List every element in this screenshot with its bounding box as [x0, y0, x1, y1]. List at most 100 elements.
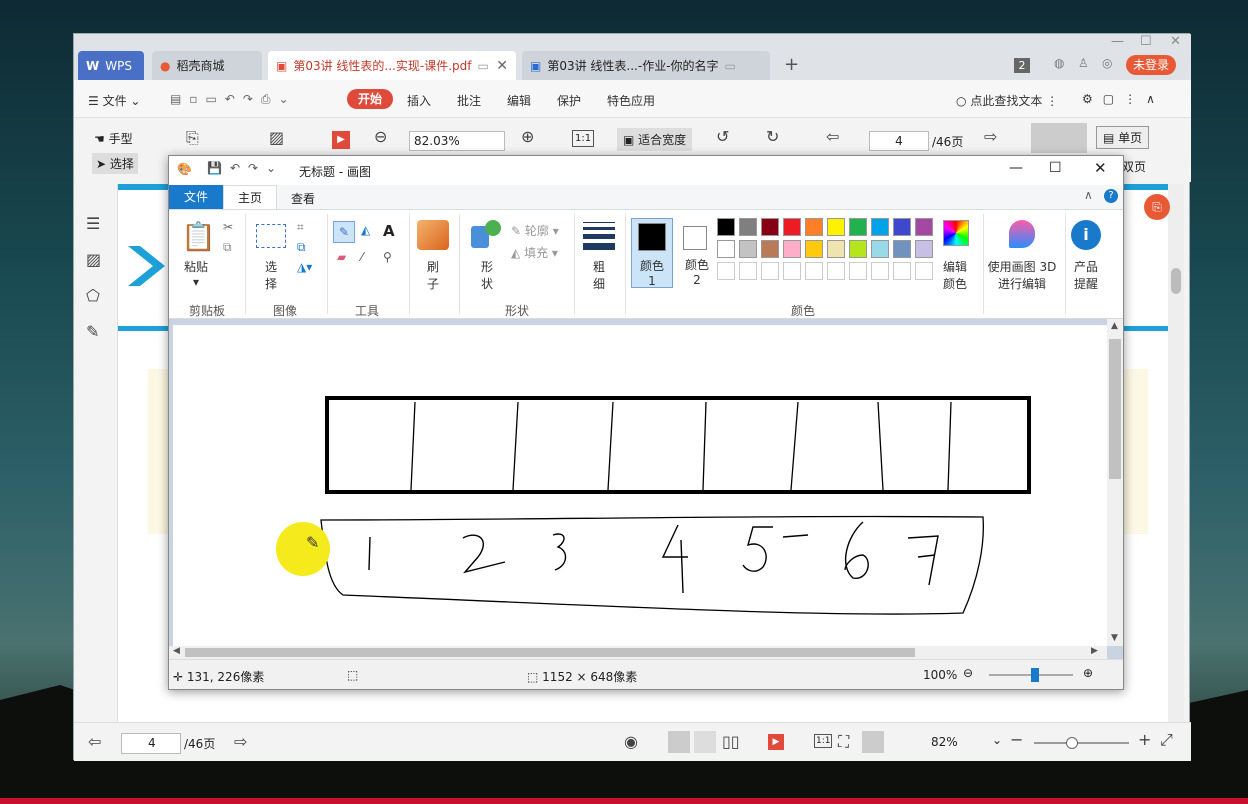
scroll-down-icon[interactable]: ▼: [1111, 633, 1118, 643]
tab-pdf-courseware[interactable]: ▣ 第03讲 线性表的...实现-课件.pdf ▭ ✕: [268, 51, 516, 80]
product-alert-button[interactable]: 产品提醒: [1072, 258, 1100, 292]
paint-zoom-slider[interactable]: [989, 668, 1073, 682]
continuous-mode-icon[interactable]: [668, 731, 690, 753]
skin-icon[interactable]: ◍: [1054, 56, 1064, 70]
doc-vscroll[interactable]: [1168, 184, 1184, 722]
canvas-vscroll-thumb[interactable]: [1109, 339, 1121, 479]
palette-swatch[interactable]: [893, 240, 911, 258]
size-button[interactable]: 粗细: [589, 258, 609, 292]
palette-swatch[interactable]: [761, 262, 779, 280]
paint-maximize-icon[interactable]: ☐: [1049, 160, 1062, 176]
edit-colors-button[interactable]: 编辑颜色: [941, 258, 969, 292]
magnifier-icon[interactable]: ⚲: [383, 250, 392, 264]
palette-swatch[interactable]: [893, 218, 911, 236]
palette-swatch[interactable]: [783, 262, 801, 280]
settings-icons[interactable]: ⚙▢⋮∧: [1082, 92, 1165, 106]
scroll-left-icon[interactable]: ◀: [173, 646, 180, 656]
menu-special[interactable]: 特色应用: [607, 92, 655, 109]
palette-swatch[interactable]: [739, 240, 757, 258]
menu-start[interactable]: 开始: [347, 89, 393, 109]
palette-swatch[interactable]: [717, 240, 735, 258]
signature-icon[interactable]: ✎: [86, 322, 99, 341]
palette-swatch[interactable]: [783, 240, 801, 258]
tab-wps-home[interactable]: W WPS: [78, 51, 144, 80]
color1-button[interactable]: 颜色 1: [631, 218, 673, 288]
palette-swatch[interactable]: [717, 262, 735, 280]
menu-protect[interactable]: 保护: [557, 92, 581, 109]
status-next-page-icon[interactable]: ⇨: [234, 732, 247, 751]
color-picker-icon[interactable]: ⁄: [361, 250, 363, 264]
eraser-icon[interactable]: ▰: [337, 250, 346, 264]
fit-width-icon[interactable]: [862, 731, 884, 753]
cut-icon[interactable]: ✂: [223, 220, 233, 234]
info-icon[interactable]: i: [1071, 220, 1101, 250]
prev-page-icon[interactable]: ⇦: [826, 127, 839, 146]
tab-homework-doc[interactable]: ▣ 第03讲 线性表...-作业-你的名字 ▭: [522, 51, 770, 80]
palette-swatch[interactable]: [849, 262, 867, 280]
minimize-icon[interactable]: —: [1111, 34, 1124, 49]
paint-tab-file[interactable]: 文件: [169, 185, 223, 209]
palette-swatch[interactable]: [805, 262, 823, 280]
fullscreen-icon[interactable]: ⤢: [1160, 730, 1173, 750]
maximize-icon[interactable]: ☐: [1140, 34, 1152, 49]
paint-close-icon[interactable]: ✕: [1094, 159, 1107, 177]
select-icon[interactable]: [256, 224, 286, 248]
tab-docer-store[interactable]: ● 稻壳商城: [152, 51, 262, 80]
file-menu[interactable]: ☰ 文件 ⌄: [88, 92, 140, 109]
zoom-in-icon[interactable]: ⊕: [521, 127, 534, 146]
paint3d-button[interactable]: 使用画图 3D 进行编辑: [987, 258, 1057, 292]
palette-swatch[interactable]: [849, 240, 867, 258]
palette-swatch[interactable]: [849, 218, 867, 236]
brush-button[interactable]: 刷子: [423, 258, 443, 292]
search-text[interactable]: ○ 点此查找文本 ⋮: [956, 92, 1058, 109]
zoom-input[interactable]: 82.03%: [409, 131, 505, 151]
status-page-input[interactable]: 4: [121, 733, 181, 754]
tag-icon[interactable]: ⬠: [86, 286, 100, 305]
single-page-button[interactable]: ▤ 单页: [1096, 126, 1150, 149]
palette-swatch[interactable]: [783, 218, 801, 236]
ribbon-collapse-icon[interactable]: ∧: [1084, 188, 1093, 202]
status-zoom-dropdown-icon[interactable]: ⌄: [992, 733, 1002, 747]
outline-icon[interactable]: ☰: [86, 214, 100, 233]
palette-swatch[interactable]: [915, 240, 933, 258]
palette-swatch[interactable]: [761, 240, 779, 258]
palette-swatch[interactable]: [915, 218, 933, 236]
float-assistant-icon[interactable]: ⎘: [1144, 194, 1170, 220]
pdf-to-word-icon[interactable]: ⎘: [186, 128, 199, 148]
login-button[interactable]: 未登录: [1126, 55, 1176, 75]
paint-tab-view[interactable]: 查看: [291, 190, 315, 207]
select-button[interactable]: 选择: [261, 258, 281, 292]
double-mode-icon[interactable]: ▯▯: [722, 732, 740, 751]
palette-swatch[interactable]: [827, 262, 845, 280]
rotate-left-icon[interactable]: ↺: [716, 127, 729, 146]
edit-colors-icon[interactable]: [943, 220, 969, 246]
palette-swatch[interactable]: [805, 240, 823, 258]
palette-swatch[interactable]: [739, 262, 757, 280]
share-icon[interactable]: ◎: [1102, 56, 1112, 70]
resize-icon[interactable]: ⧉: [297, 240, 306, 255]
size-icon[interactable]: [583, 222, 615, 250]
quick-access-icons[interactable]: ▤▫▭↶↷⎙⌄: [170, 92, 297, 107]
actual-size-icon[interactable]: 1:1: [572, 130, 595, 147]
scroll-up-icon[interactable]: ▲: [1111, 321, 1118, 331]
shapes-button[interactable]: 形状: [477, 258, 497, 292]
canvas-hscroll-thumb[interactable]: [185, 648, 915, 657]
double-page-button[interactable]: 双页: [1122, 158, 1146, 175]
scroll-right-icon[interactable]: ▶: [1091, 646, 1098, 656]
copy-icon[interactable]: ⧉: [223, 240, 232, 255]
eye-icon[interactable]: ◉: [624, 732, 638, 751]
paste-icon[interactable]: 📋: [181, 220, 216, 253]
fit-width-button[interactable]: ▣ 适合宽度: [617, 128, 693, 151]
play-icon[interactable]: ▶: [332, 131, 350, 149]
status-actual-size-icon[interactable]: 1:1: [814, 734, 833, 748]
palette-swatch[interactable]: [761, 218, 779, 236]
outline-button[interactable]: ✎ 轮廓 ▾: [511, 222, 559, 239]
window-count-badge[interactable]: 2: [1014, 58, 1030, 73]
hand-tool[interactable]: ☚ 手型: [94, 130, 133, 147]
brush-icon[interactable]: [417, 220, 449, 250]
next-page-icon[interactable]: ⇨: [984, 127, 997, 146]
status-zoom-thumb[interactable]: [1066, 737, 1078, 749]
page-number-input[interactable]: 4: [869, 131, 929, 151]
rotate-icon[interactable]: ◮▾: [297, 260, 312, 274]
color2-button[interactable]: 颜色 2: [677, 218, 719, 288]
